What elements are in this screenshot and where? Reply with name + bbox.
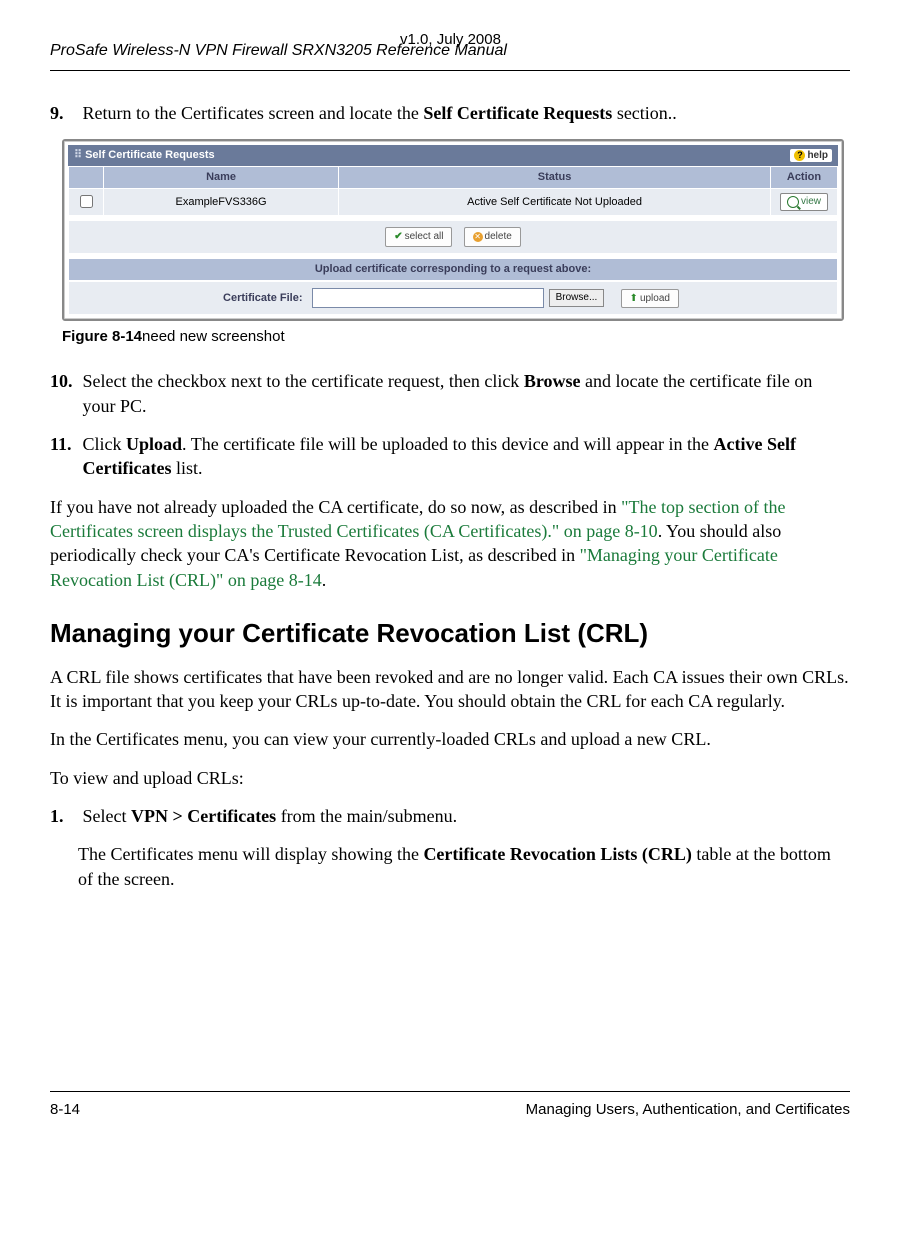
help-text: help	[807, 149, 828, 163]
text: If you have not already uploaded the CA …	[50, 497, 621, 517]
text: Click	[83, 434, 127, 454]
file-label: Certificate File:	[223, 292, 302, 304]
delete-label: delete	[485, 231, 512, 242]
select-all-button[interactable]: ✔select all	[385, 227, 452, 247]
help-icon: ?	[794, 150, 805, 161]
col-name: Name	[104, 166, 339, 188]
bold: Self Certificate Requests	[423, 103, 612, 123]
x-icon: ✕	[473, 232, 483, 242]
text: from the main/submenu.	[276, 806, 457, 826]
text: The Certificates menu will display showi…	[78, 844, 423, 864]
step-text: Click Upload. The certificate file will …	[83, 432, 848, 481]
figure-number: Figure 8-14	[62, 328, 142, 345]
help-link[interactable]: ?help	[790, 149, 832, 163]
figure-note: need new screenshot	[142, 328, 285, 345]
view-label: view	[801, 196, 821, 207]
cert-table: Name Status Action ExampleFVS336G Active…	[68, 166, 838, 217]
upload-button[interactable]: ⬆upload	[621, 289, 679, 309]
row-checkbox-cell	[69, 188, 104, 216]
table-header-row: Name Status Action	[69, 166, 838, 188]
footer-page-number: 8-14	[50, 1100, 80, 1120]
footer-version: v1.0, July 2008	[0, 30, 901, 50]
step-text: Select VPN > Certificates from the main/…	[83, 804, 848, 828]
file-input[interactable]	[312, 288, 544, 308]
text: Select the checkbox next to the certific…	[83, 371, 524, 391]
col-action: Action	[771, 166, 838, 188]
paragraph-ca-note: If you have not already uploaded the CA …	[50, 495, 850, 592]
text: Return to the Certificates screen and lo…	[83, 103, 424, 123]
panel-title: ⠿ Self Certificate Requests	[74, 148, 215, 163]
col-status: Status	[339, 166, 771, 188]
footer-chapter-title: Managing Users, Authentication, and Cert…	[526, 1100, 850, 1120]
title-text: Self Certificate Requests	[85, 149, 215, 161]
step-11: 11. Click Upload. The certificate file w…	[50, 432, 850, 481]
step-text: Return to the Certificates screen and lo…	[83, 101, 848, 125]
button-row: ✔select all ✕delete	[68, 220, 838, 254]
figure-caption: Figure 8-14need new screenshot	[62, 327, 850, 347]
view-button[interactable]: view	[780, 193, 828, 211]
page-footer: 8-14 Managing Users, Authentication, and…	[50, 1091, 850, 1120]
paragraph: To view and upload CRLs:	[50, 766, 850, 790]
bold: Browse	[524, 371, 581, 391]
browse-button[interactable]: Browse...	[549, 289, 605, 307]
section-heading-crl: Managing your Certificate Revocation Lis…	[50, 616, 850, 651]
check-icon: ✔	[394, 231, 402, 242]
upload-icon: ⬆	[630, 293, 638, 304]
step-number: 9.	[50, 101, 78, 125]
bold: Certificate Revocation Lists (CRL)	[423, 844, 691, 864]
step-number: 11.	[50, 432, 78, 456]
row-checkbox[interactable]	[80, 195, 93, 208]
text: section..	[612, 103, 677, 123]
step-number: 1.	[50, 804, 78, 828]
text: . The certificate file will be uploaded …	[182, 434, 713, 454]
upload-label: upload	[640, 293, 670, 304]
grip-icon: ⠿	[74, 149, 81, 161]
step-number: 10.	[50, 369, 78, 393]
paragraph: In the Certificates menu, you can view y…	[50, 727, 850, 751]
text: list.	[171, 458, 202, 478]
cell-name: ExampleFVS336G	[104, 188, 339, 216]
magnifier-icon	[787, 196, 799, 208]
table-row: ExampleFVS336G Active Self Certificate N…	[69, 188, 838, 216]
paragraph: A CRL file shows certificates that have …	[50, 665, 850, 714]
upload-subheader: Upload certificate corresponding to a re…	[68, 258, 838, 281]
step-9: 9. Return to the Certificates screen and…	[50, 101, 850, 125]
step-text: Select the checkbox next to the certific…	[83, 369, 848, 418]
bold: VPN > Certificates	[131, 806, 276, 826]
upload-row: Certificate File: Browse... ⬆upload	[68, 281, 838, 315]
text: .	[322, 570, 327, 590]
cell-action: view	[771, 188, 838, 216]
step-10: 10. Select the checkbox next to the cert…	[50, 369, 850, 418]
col-checkbox	[69, 166, 104, 188]
panel-titlebar: ⠿ Self Certificate Requests ?help	[68, 145, 838, 166]
text: Select	[83, 806, 131, 826]
select-all-label: select all	[405, 231, 444, 242]
bold: Upload	[126, 434, 182, 454]
step-1-sub: The Certificates menu will display showi…	[78, 842, 850, 891]
cell-status: Active Self Certificate Not Uploaded	[339, 188, 771, 216]
step-1: 1. Select VPN > Certificates from the ma…	[50, 804, 850, 828]
delete-button[interactable]: ✕delete	[464, 227, 521, 247]
screenshot-self-cert-requests: ⠿ Self Certificate Requests ?help Name St…	[62, 139, 844, 321]
